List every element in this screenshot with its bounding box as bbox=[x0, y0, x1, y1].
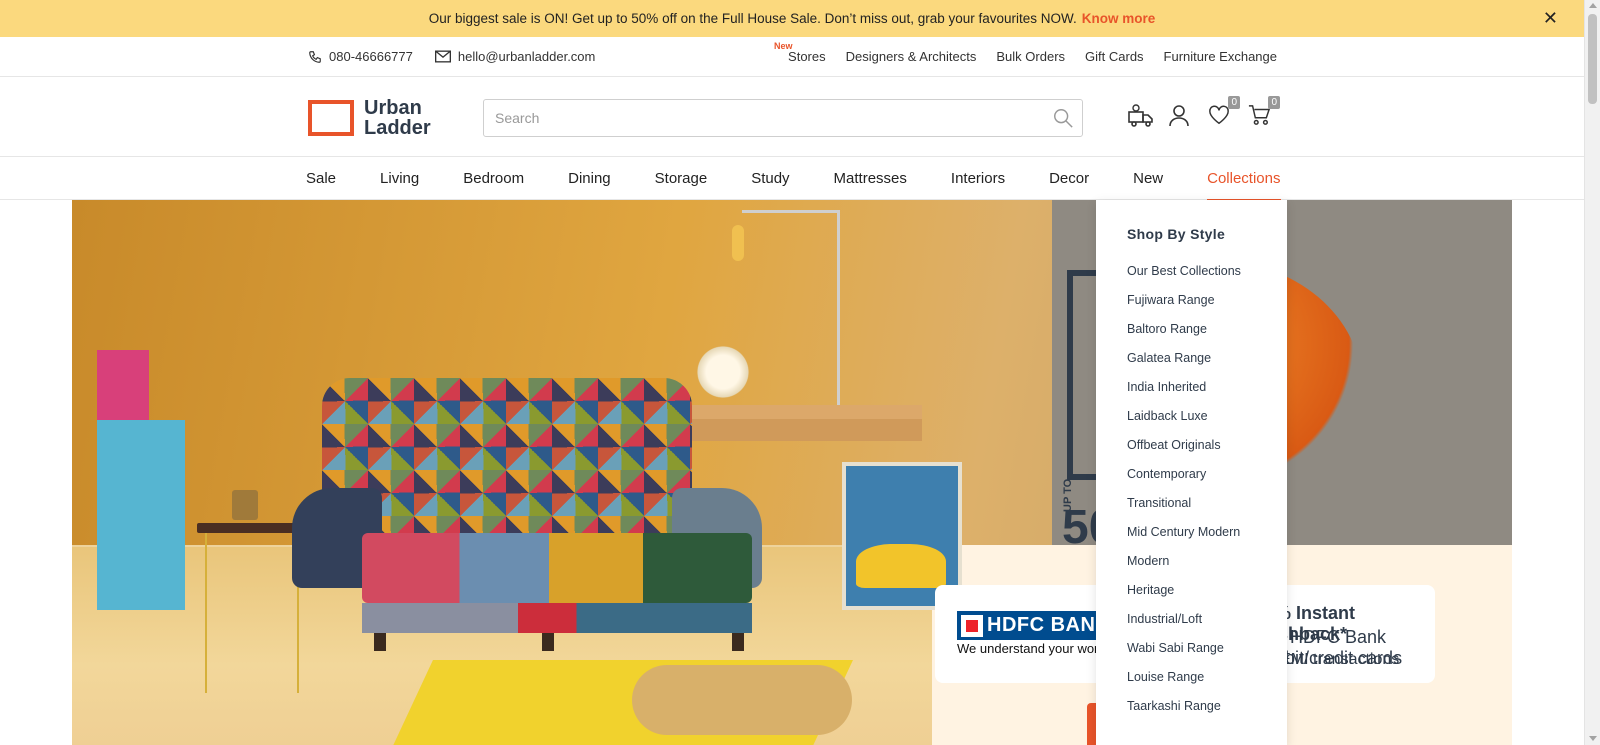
sofa-leg bbox=[374, 633, 386, 651]
utility-link-bulk-orders[interactable]: Bulk Orders bbox=[996, 49, 1065, 64]
search-icon[interactable] bbox=[1052, 107, 1074, 129]
patchwork-sofa bbox=[292, 378, 762, 651]
header-icons: 0 0 bbox=[1128, 96, 1280, 128]
collection-link[interactable]: Contemporary bbox=[1127, 467, 1241, 496]
utility-link-furniture-exchange[interactable]: Furniture Exchange bbox=[1164, 49, 1277, 64]
logo-line1: Urban bbox=[364, 97, 422, 119]
scrollbar-thumb[interactable] bbox=[1588, 14, 1597, 104]
logo-line2: Ladder bbox=[364, 117, 431, 139]
wishlist-count-badge: 0 bbox=[1228, 96, 1240, 109]
email-contact[interactable]: hello@urbanladder.com bbox=[434, 49, 596, 64]
heart-icon bbox=[1209, 105, 1229, 125]
email-address: hello@urbanladder.com bbox=[457, 49, 596, 64]
utility-link-gift-cards[interactable]: Gift Cards bbox=[1085, 49, 1144, 64]
new-badge: New bbox=[774, 41, 793, 51]
nav-item-collections[interactable]: Collections bbox=[1207, 158, 1281, 201]
search-box bbox=[483, 99, 1083, 137]
sofa-base bbox=[362, 603, 752, 633]
phone-number: 080-46666777 bbox=[329, 49, 413, 64]
collection-link[interactable]: Louise Range bbox=[1127, 670, 1241, 699]
utility-links: New Stores Designers & Architects Bulk O… bbox=[774, 41, 1277, 64]
nav-item-dining[interactable]: Dining bbox=[568, 158, 611, 201]
collections-list: Our Best Collections Fujiwara Range Balt… bbox=[1127, 264, 1241, 728]
nav-item-storage[interactable]: Storage bbox=[655, 158, 708, 201]
lamp-stem bbox=[837, 210, 840, 410]
collection-link[interactable]: Wabi Sabi Range bbox=[1127, 641, 1241, 670]
collection-link[interactable]: Modern bbox=[1127, 554, 1241, 583]
logo[interactable]: Urban Ladder bbox=[308, 98, 431, 138]
nav-item-mattresses[interactable]: Mattresses bbox=[834, 158, 907, 201]
lamp-arm bbox=[742, 210, 840, 213]
sofa-seat bbox=[362, 533, 752, 603]
nav-item-study[interactable]: Study bbox=[751, 158, 789, 201]
hdfc-logo: HDFC BANK bbox=[957, 611, 1119, 640]
scroll-up-arrow-icon[interactable] bbox=[1589, 3, 1597, 8]
bank-name: HDFC BANK bbox=[987, 614, 1111, 636]
promo-know-more-link[interactable]: Know more bbox=[1082, 11, 1156, 26]
track-order-button[interactable] bbox=[1128, 104, 1153, 128]
cart-icon bbox=[1248, 105, 1271, 125]
nav-item-new[interactable]: New bbox=[1133, 158, 1163, 201]
utility-link-stores[interactable]: New Stores bbox=[774, 41, 826, 64]
side-table bbox=[197, 523, 307, 693]
sofa-leg bbox=[732, 633, 744, 651]
main-header: Urban Ladder 0 0 bbox=[0, 78, 1584, 157]
collection-link[interactable]: Fujiwara Range bbox=[1127, 293, 1241, 322]
bank-tagline: We understand your world bbox=[957, 641, 1109, 656]
collection-link[interactable]: Taarkashi Range bbox=[1127, 699, 1241, 728]
mail-icon bbox=[434, 50, 451, 63]
category-nav: Sale Living Bedroom Dining Storage Study… bbox=[0, 158, 1584, 201]
delivery-truck-icon bbox=[1128, 104, 1153, 127]
collection-link[interactable]: Baltoro Range bbox=[1127, 322, 1241, 351]
contact-info: 080-46666777 hello@urbanladder.com bbox=[308, 49, 595, 64]
utility-link-designers[interactable]: Designers & Architects bbox=[846, 49, 977, 64]
collection-link[interactable]: Heritage bbox=[1127, 583, 1241, 612]
logo-mark bbox=[308, 100, 354, 136]
close-icon[interactable]: ✕ bbox=[1543, 8, 1558, 29]
collection-link[interactable]: Mid Century Modern bbox=[1127, 525, 1241, 554]
rolled-rug bbox=[632, 665, 852, 735]
nav-item-interiors[interactable]: Interiors bbox=[951, 158, 1005, 201]
side-table-legs bbox=[205, 533, 299, 693]
collection-link[interactable]: Galatea Range bbox=[1127, 351, 1241, 380]
nav-item-decor[interactable]: Decor bbox=[1049, 158, 1089, 201]
dropdown-heading: Shop By Style bbox=[1127, 226, 1226, 242]
collection-link[interactable]: Transitional bbox=[1127, 496, 1241, 525]
page-scrollbar[interactable] bbox=[1584, 0, 1600, 745]
collection-link[interactable]: Laidback Luxe bbox=[1127, 409, 1241, 438]
collections-dropdown: Shop By Style Our Best Collections Fujiw… bbox=[1096, 200, 1287, 745]
collection-link[interactable]: Our Best Collections bbox=[1127, 264, 1241, 293]
wishlist-button[interactable]: 0 bbox=[1208, 96, 1240, 128]
utility-bar: 080-46666777 hello@urbanladder.com New S… bbox=[0, 37, 1584, 77]
collection-link[interactable]: Industrial/Loft bbox=[1127, 612, 1241, 641]
phone-icon bbox=[309, 50, 321, 63]
hdfc-logo-mark bbox=[961, 614, 983, 637]
logo-text: Urban Ladder bbox=[364, 98, 431, 138]
search-input[interactable] bbox=[484, 100, 1082, 136]
nav-item-living[interactable]: Living bbox=[380, 158, 419, 201]
yellow-submarine bbox=[856, 544, 946, 588]
mug bbox=[232, 490, 258, 520]
promo-bar: Our biggest sale is ON! Get up to 50% of… bbox=[0, 0, 1584, 37]
collection-link[interactable]: India Inherited bbox=[1127, 380, 1241, 409]
promo-text: Our biggest sale is ON! Get up to 50% of… bbox=[428, 11, 1077, 26]
blue-box-decor bbox=[97, 420, 185, 610]
phone-contact[interactable]: 080-46666777 bbox=[308, 49, 413, 64]
account-button[interactable] bbox=[1168, 104, 1189, 128]
utility-link-label: Stores bbox=[788, 49, 826, 64]
sofa-leg bbox=[542, 633, 554, 651]
cart-button[interactable]: 0 bbox=[1248, 96, 1280, 128]
nav-item-sale[interactable]: Sale bbox=[306, 158, 336, 201]
cart-count-badge: 0 bbox=[1268, 96, 1280, 109]
nav-item-bedroom[interactable]: Bedroom bbox=[463, 158, 524, 201]
collection-link[interactable]: Offbeat Originals bbox=[1127, 438, 1241, 467]
user-icon bbox=[1169, 105, 1189, 127]
hero-banner[interactable]: UP TO 50% OFF HDFC BANK We understand yo… bbox=[72, 200, 1512, 745]
scroll-down-arrow-icon[interactable] bbox=[1589, 736, 1597, 741]
lamp-bulb bbox=[732, 225, 744, 261]
category-nav-list: Sale Living Bedroom Dining Storage Study… bbox=[306, 158, 1281, 201]
